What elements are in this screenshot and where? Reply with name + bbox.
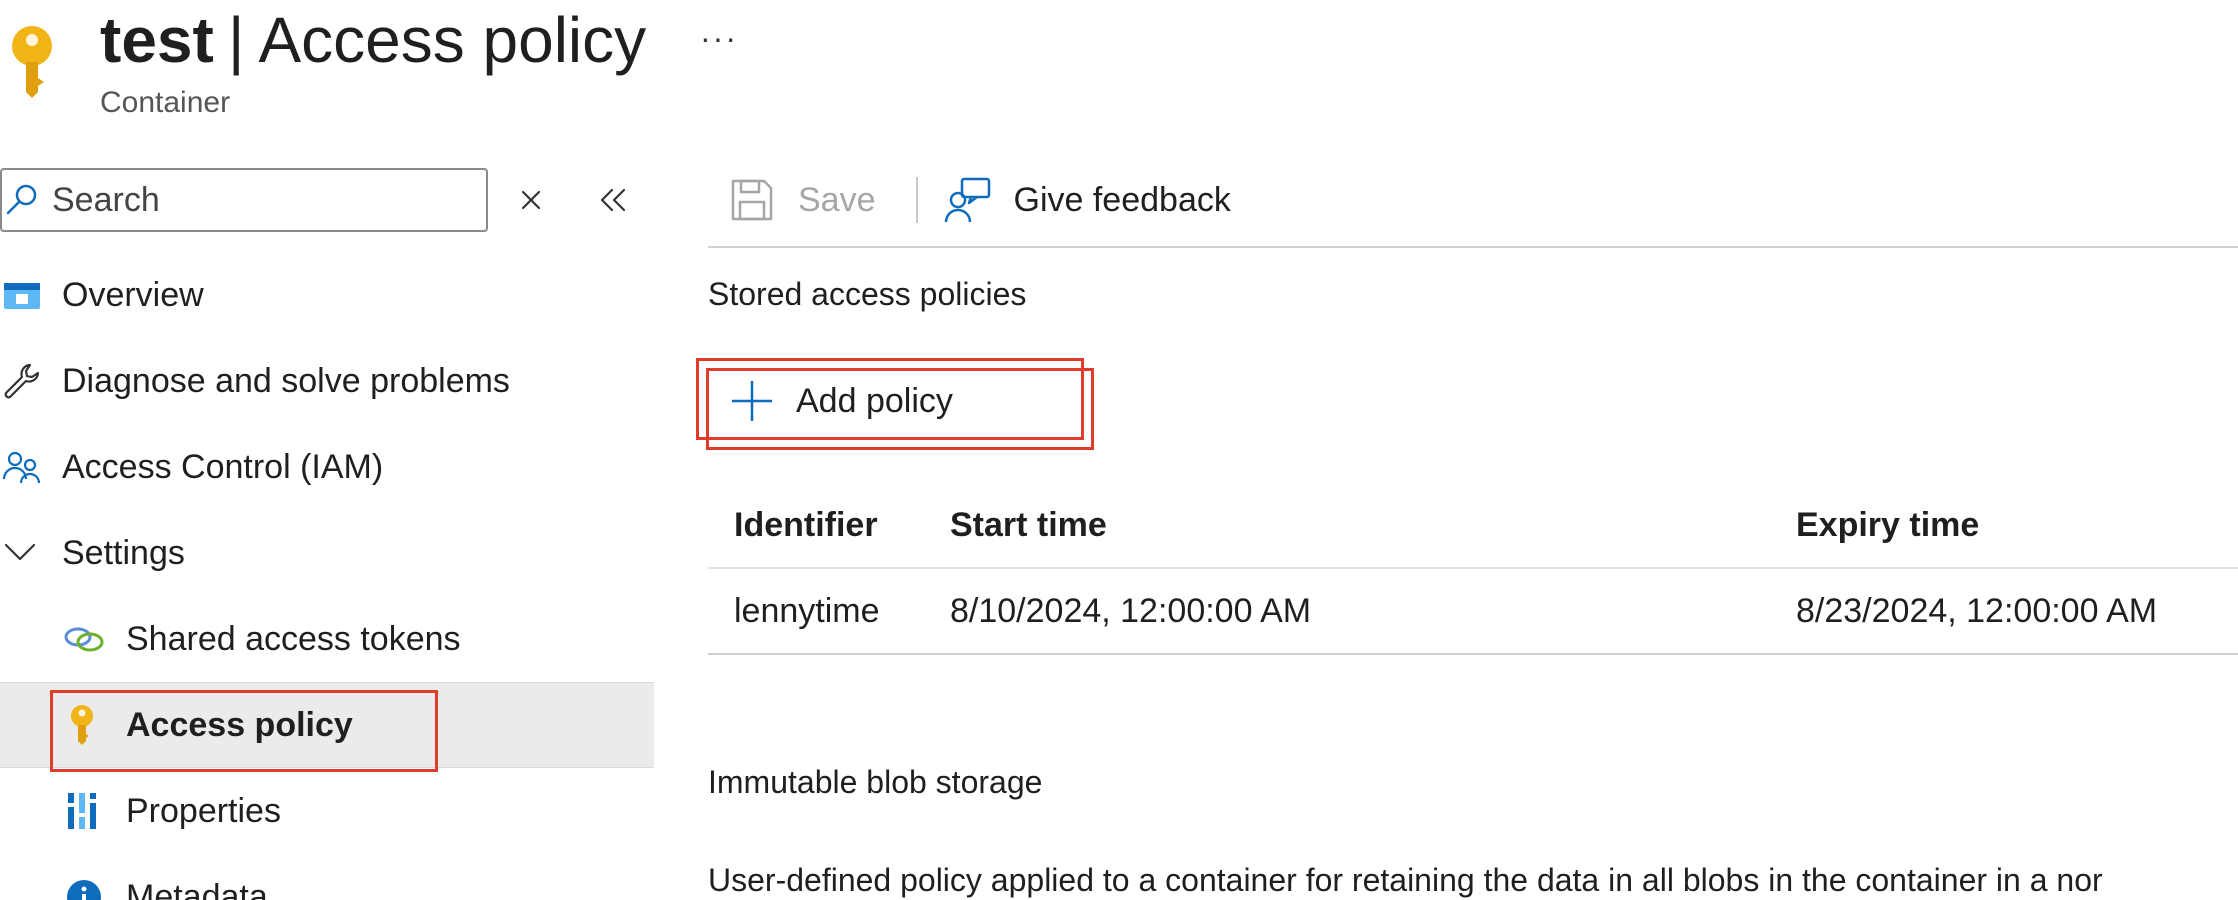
cell-expiry-time: 8/23/2024, 12:00:00 AM bbox=[1796, 568, 2238, 655]
add-policy-label: Add policy bbox=[796, 381, 953, 420]
give-feedback-button[interactable]: Give feedback bbox=[944, 160, 1231, 240]
link-icon bbox=[62, 617, 106, 661]
feedback-label: Give feedback bbox=[1013, 180, 1231, 219]
sidebar-item-diagnose[interactable]: Diagnose and solve problems bbox=[0, 338, 654, 424]
sidebar-item-overview[interactable]: Overview bbox=[0, 252, 654, 338]
command-bar: Save Give feedback bbox=[708, 160, 1231, 240]
chevron-down-icon bbox=[0, 531, 44, 575]
sidebar-item-label: Shared access tokens bbox=[126, 619, 461, 658]
sidebar-item-label: Settings bbox=[62, 533, 185, 572]
wrench-icon bbox=[0, 359, 44, 403]
column-header-expiry-time[interactable]: Expiry time bbox=[1796, 484, 2238, 569]
key-icon bbox=[62, 703, 106, 747]
column-header-start-time[interactable]: Start time bbox=[950, 484, 1796, 569]
key-icon bbox=[12, 26, 52, 98]
immutable-storage-description: User-defined policy applied to a contain… bbox=[708, 862, 2103, 898]
info-icon bbox=[62, 875, 106, 900]
save-label: Save bbox=[798, 180, 876, 219]
table-header-row: Identifier Start time Expiry time bbox=[708, 484, 2238, 569]
sidebar-item-properties[interactable]: Properties bbox=[0, 768, 654, 854]
plus-icon bbox=[732, 381, 772, 421]
save-button[interactable]: Save bbox=[708, 160, 876, 240]
sidebar-item-iam[interactable]: Access Control (IAM) bbox=[0, 424, 654, 510]
page-title: test | Access policy bbox=[100, 0, 646, 80]
resource-type: Container bbox=[100, 86, 231, 119]
sidebar-item-label: Overview bbox=[62, 275, 204, 314]
sidebar-item-metadata[interactable]: Metadata bbox=[0, 854, 654, 900]
sidebar-group-settings[interactable]: Settings bbox=[0, 510, 654, 596]
title-separator: | bbox=[227, 4, 245, 76]
cell-identifier: lennytime bbox=[708, 568, 950, 655]
table-row[interactable]: lennytime 8/10/2024, 12:00:00 AM 8/23/20… bbox=[708, 568, 2238, 655]
clear-search-icon[interactable] bbox=[512, 180, 550, 220]
sidebar-item-access-policy[interactable]: Access policy bbox=[0, 682, 654, 768]
save-icon bbox=[731, 179, 773, 221]
sidebar-item-label: Access Control (IAM) bbox=[62, 447, 384, 486]
column-header-identifier[interactable]: Identifier bbox=[708, 484, 950, 569]
resource-name: test bbox=[100, 4, 214, 76]
sidebar-item-label: Access policy bbox=[126, 705, 353, 744]
stored-policies-heading: Stored access policies bbox=[708, 276, 1027, 312]
azure-portal-page: test|Access policy Container ··· Overvie… bbox=[0, 0, 2238, 900]
add-policy-button[interactable]: Add policy bbox=[712, 366, 953, 436]
sidebar-item-label: Diagnose and solve problems bbox=[62, 361, 510, 400]
feedback-icon bbox=[944, 177, 990, 223]
sidebar-item-label: Properties bbox=[126, 791, 281, 830]
people-icon bbox=[0, 445, 44, 489]
sidebar-item-shared-access-tokens[interactable]: Shared access tokens bbox=[0, 596, 654, 682]
toolbar-divider-line bbox=[708, 246, 2238, 248]
more-options-button[interactable]: ··· bbox=[696, 18, 742, 58]
properties-icon bbox=[62, 789, 106, 833]
search-input[interactable] bbox=[52, 180, 472, 220]
page-name: Access policy bbox=[258, 4, 647, 76]
sidebar-item-label: Metadata bbox=[126, 877, 268, 900]
collapse-sidebar-icon[interactable] bbox=[592, 180, 636, 220]
toolbar-divider bbox=[915, 177, 918, 223]
overview-icon bbox=[0, 273, 44, 317]
immutable-storage-heading: Immutable blob storage bbox=[708, 764, 1043, 800]
access-policy-table: Identifier Start time Expiry time lennyt… bbox=[708, 484, 2238, 655]
search-icon bbox=[6, 184, 37, 215]
search-box[interactable] bbox=[0, 168, 488, 232]
cell-start-time: 8/10/2024, 12:00:00 AM bbox=[950, 568, 1796, 655]
